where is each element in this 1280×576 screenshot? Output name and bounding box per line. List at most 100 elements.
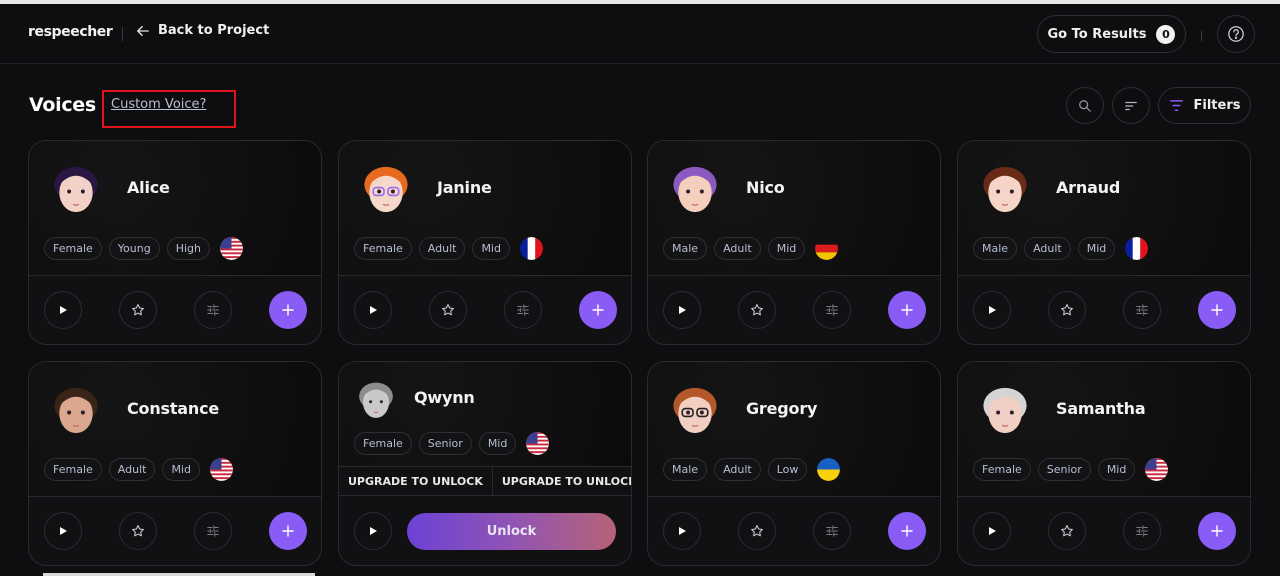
add-voice-button[interactable]: [1198, 291, 1236, 329]
voice-card[interactable]: Samantha Female Senior Mid: [957, 361, 1251, 566]
header-divider: [122, 27, 123, 41]
voice-tag: Adult: [714, 237, 761, 260]
play-button[interactable]: [354, 512, 392, 550]
favorite-button[interactable]: [119, 291, 157, 329]
settings-button[interactable]: [813, 512, 851, 550]
voice-tag: Female: [354, 432, 412, 455]
filters-button[interactable]: Filters: [1158, 87, 1251, 124]
add-voice-button[interactable]: [1198, 512, 1236, 550]
custom-voice-link[interactable]: Custom Voice?: [111, 97, 206, 112]
voice-card[interactable]: Qwynn Female Senior Mid UPGRADE TO UNLOCK UPG…: [338, 361, 632, 566]
star-icon: [442, 304, 454, 316]
card-actions: [648, 276, 940, 344]
play-icon: [989, 527, 996, 535]
add-voice-button[interactable]: [888, 291, 926, 329]
voice-tags: Male Adult Mid: [663, 237, 839, 260]
play-button[interactable]: [354, 291, 392, 329]
settings-button[interactable]: [504, 291, 542, 329]
star-icon: [132, 525, 144, 537]
voice-tag: Male: [663, 458, 708, 481]
favorite-button[interactable]: [738, 512, 776, 550]
play-icon: [370, 306, 377, 314]
voice-card[interactable]: Gregory Male Adult Low: [647, 361, 941, 566]
add-voice-button[interactable]: [579, 291, 617, 329]
sliders-icon: [826, 304, 838, 316]
play-button[interactable]: [44, 512, 82, 550]
voice-tags: Male Adult Low: [663, 458, 841, 481]
voice-avatar: [665, 163, 725, 218]
unlock-button[interactable]: Unlock: [407, 513, 616, 550]
plus-icon: [282, 525, 294, 537]
add-voice-button[interactable]: [269, 512, 307, 550]
voice-tag: Mid: [767, 237, 806, 260]
voice-tag: Mid: [472, 237, 510, 260]
voice-name: Samantha: [1056, 399, 1146, 418]
card-header: Samantha Female Senior Mid: [958, 362, 1250, 497]
logo[interactable]: respeecher: [28, 24, 113, 40]
help-button[interactable]: [1217, 15, 1255, 53]
top-header: respeecher Back to Project Go To Results…: [0, 4, 1280, 64]
settings-button[interactable]: [813, 291, 851, 329]
voice-card[interactable]: Arnaud Male Adult Mid: [957, 140, 1251, 345]
voice-avatar: [975, 384, 1035, 439]
add-voice-button[interactable]: [888, 512, 926, 550]
voice-name: Arnaud: [1056, 178, 1121, 197]
plus-icon: [901, 304, 913, 316]
flag-fr-icon: [519, 237, 543, 260]
voice-avatar: [46, 384, 106, 439]
voice-tags: Female Senior Mid: [354, 432, 550, 455]
favorite-button[interactable]: [1048, 512, 1086, 550]
voice-tag: Male: [663, 237, 708, 260]
add-voice-button[interactable]: [269, 291, 307, 329]
search-button[interactable]: [1066, 87, 1104, 124]
go-to-results-button[interactable]: Go To Results 0: [1037, 15, 1186, 53]
favorite-button[interactable]: [429, 291, 467, 329]
sliders-icon: [207, 304, 219, 316]
results-label: Go To Results: [1047, 26, 1147, 42]
settings-button[interactable]: [194, 512, 232, 550]
card-header: Alice Female Young High: [29, 141, 321, 276]
voice-card[interactable]: Alice Female Young High: [28, 140, 322, 345]
favorite-button[interactable]: [119, 512, 157, 550]
upgrade-text: UPGRADE TO UNLOCK: [493, 467, 631, 495]
favorite-button[interactable]: [738, 291, 776, 329]
play-button[interactable]: [973, 291, 1011, 329]
sliders-icon: [826, 525, 838, 537]
page-title: Voices: [29, 94, 96, 116]
flag-de-icon: [815, 237, 839, 260]
card-header: Gregory Male Adult Low: [648, 362, 940, 497]
sliders-icon: [1136, 304, 1148, 316]
voice-tag: Mid: [162, 458, 200, 481]
voice-tag: Senior: [1037, 458, 1091, 481]
play-button[interactable]: [973, 512, 1011, 550]
arrow-left-icon: [136, 25, 149, 36]
favorite-button[interactable]: [1048, 291, 1086, 329]
voice-card[interactable]: Nico Male Adult Mid: [647, 140, 941, 345]
sliders-icon: [207, 525, 219, 537]
sort-button[interactable]: [1112, 87, 1150, 124]
settings-button[interactable]: [194, 291, 232, 329]
play-button[interactable]: [44, 291, 82, 329]
play-button[interactable]: [663, 291, 701, 329]
search-icon: [1079, 99, 1091, 112]
voice-tags: Female Adult Mid: [44, 458, 233, 481]
plus-icon: [901, 525, 913, 537]
star-icon: [751, 525, 763, 537]
voice-name: Qwynn: [414, 388, 475, 407]
upgrade-marquee: UPGRADE TO UNLOCKUPGRADE TO UNLOCKUPGRAD…: [339, 466, 631, 496]
back-to-project-link[interactable]: Back to Project: [136, 23, 269, 38]
voice-tag: Female: [44, 458, 102, 481]
play-button[interactable]: [663, 512, 701, 550]
settings-button[interactable]: [1123, 512, 1161, 550]
settings-button[interactable]: [1123, 291, 1161, 329]
card-actions: [29, 276, 321, 344]
card-header: Qwynn Female Senior Mid: [339, 362, 631, 466]
play-icon: [679, 306, 686, 314]
filters-label: Filters: [1193, 98, 1241, 113]
card-header: Nico Male Adult Mid: [648, 141, 940, 276]
card-actions: [958, 276, 1250, 344]
voice-tag: Mid: [478, 432, 517, 455]
voice-card[interactable]: Constance Female Adult Mid: [28, 361, 322, 566]
voice-card[interactable]: Janine Female Adult Mid: [338, 140, 632, 345]
sliders-icon: [517, 304, 529, 316]
